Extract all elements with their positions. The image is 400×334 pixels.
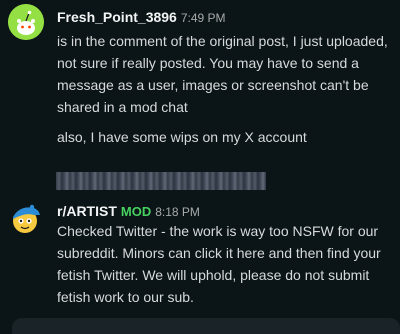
message-header: r/ARTIST MOD 8:18 PM (57, 202, 200, 221)
redacted-content (56, 172, 266, 190)
author-name[interactable]: r/ARTIST (57, 203, 117, 219)
author-name[interactable]: Fresh_Point_3896 (57, 9, 177, 25)
mod-badge: MOD (120, 204, 152, 219)
message-header: Fresh_Point_3896 7:49 PM (57, 8, 226, 27)
timestamp: 7:49 PM (180, 11, 226, 25)
message-paragraph: Checked Twitter - the work is way too NS… (57, 223, 381, 305)
message-body: Checked Twitter - the work is way too NS… (57, 220, 395, 308)
artist-snoo-avatar-icon (13, 204, 40, 233)
timestamp: 8:18 PM (155, 205, 200, 219)
snoo-avatar-icon (8, 4, 44, 40)
message-paragraph: is in the comment of the original post, … (57, 33, 388, 115)
message-body: is in the comment of the original post, … (57, 30, 393, 148)
message-paragraph: also, I have some wips on my X account (57, 129, 307, 145)
chat-thread: Fresh_Point_3896 7:49 PM is in the commen… (0, 0, 400, 334)
message-2: r/ARTIST MOD 8:18 PM Checked Twitter - the… (0, 196, 400, 316)
message-1: Fresh_Point_3896 7:49 PM is in the commen… (0, 0, 400, 170)
user-avatar[interactable] (8, 4, 44, 40)
subreddit-avatar[interactable] (8, 200, 44, 236)
message-composer[interactable] (12, 318, 400, 334)
